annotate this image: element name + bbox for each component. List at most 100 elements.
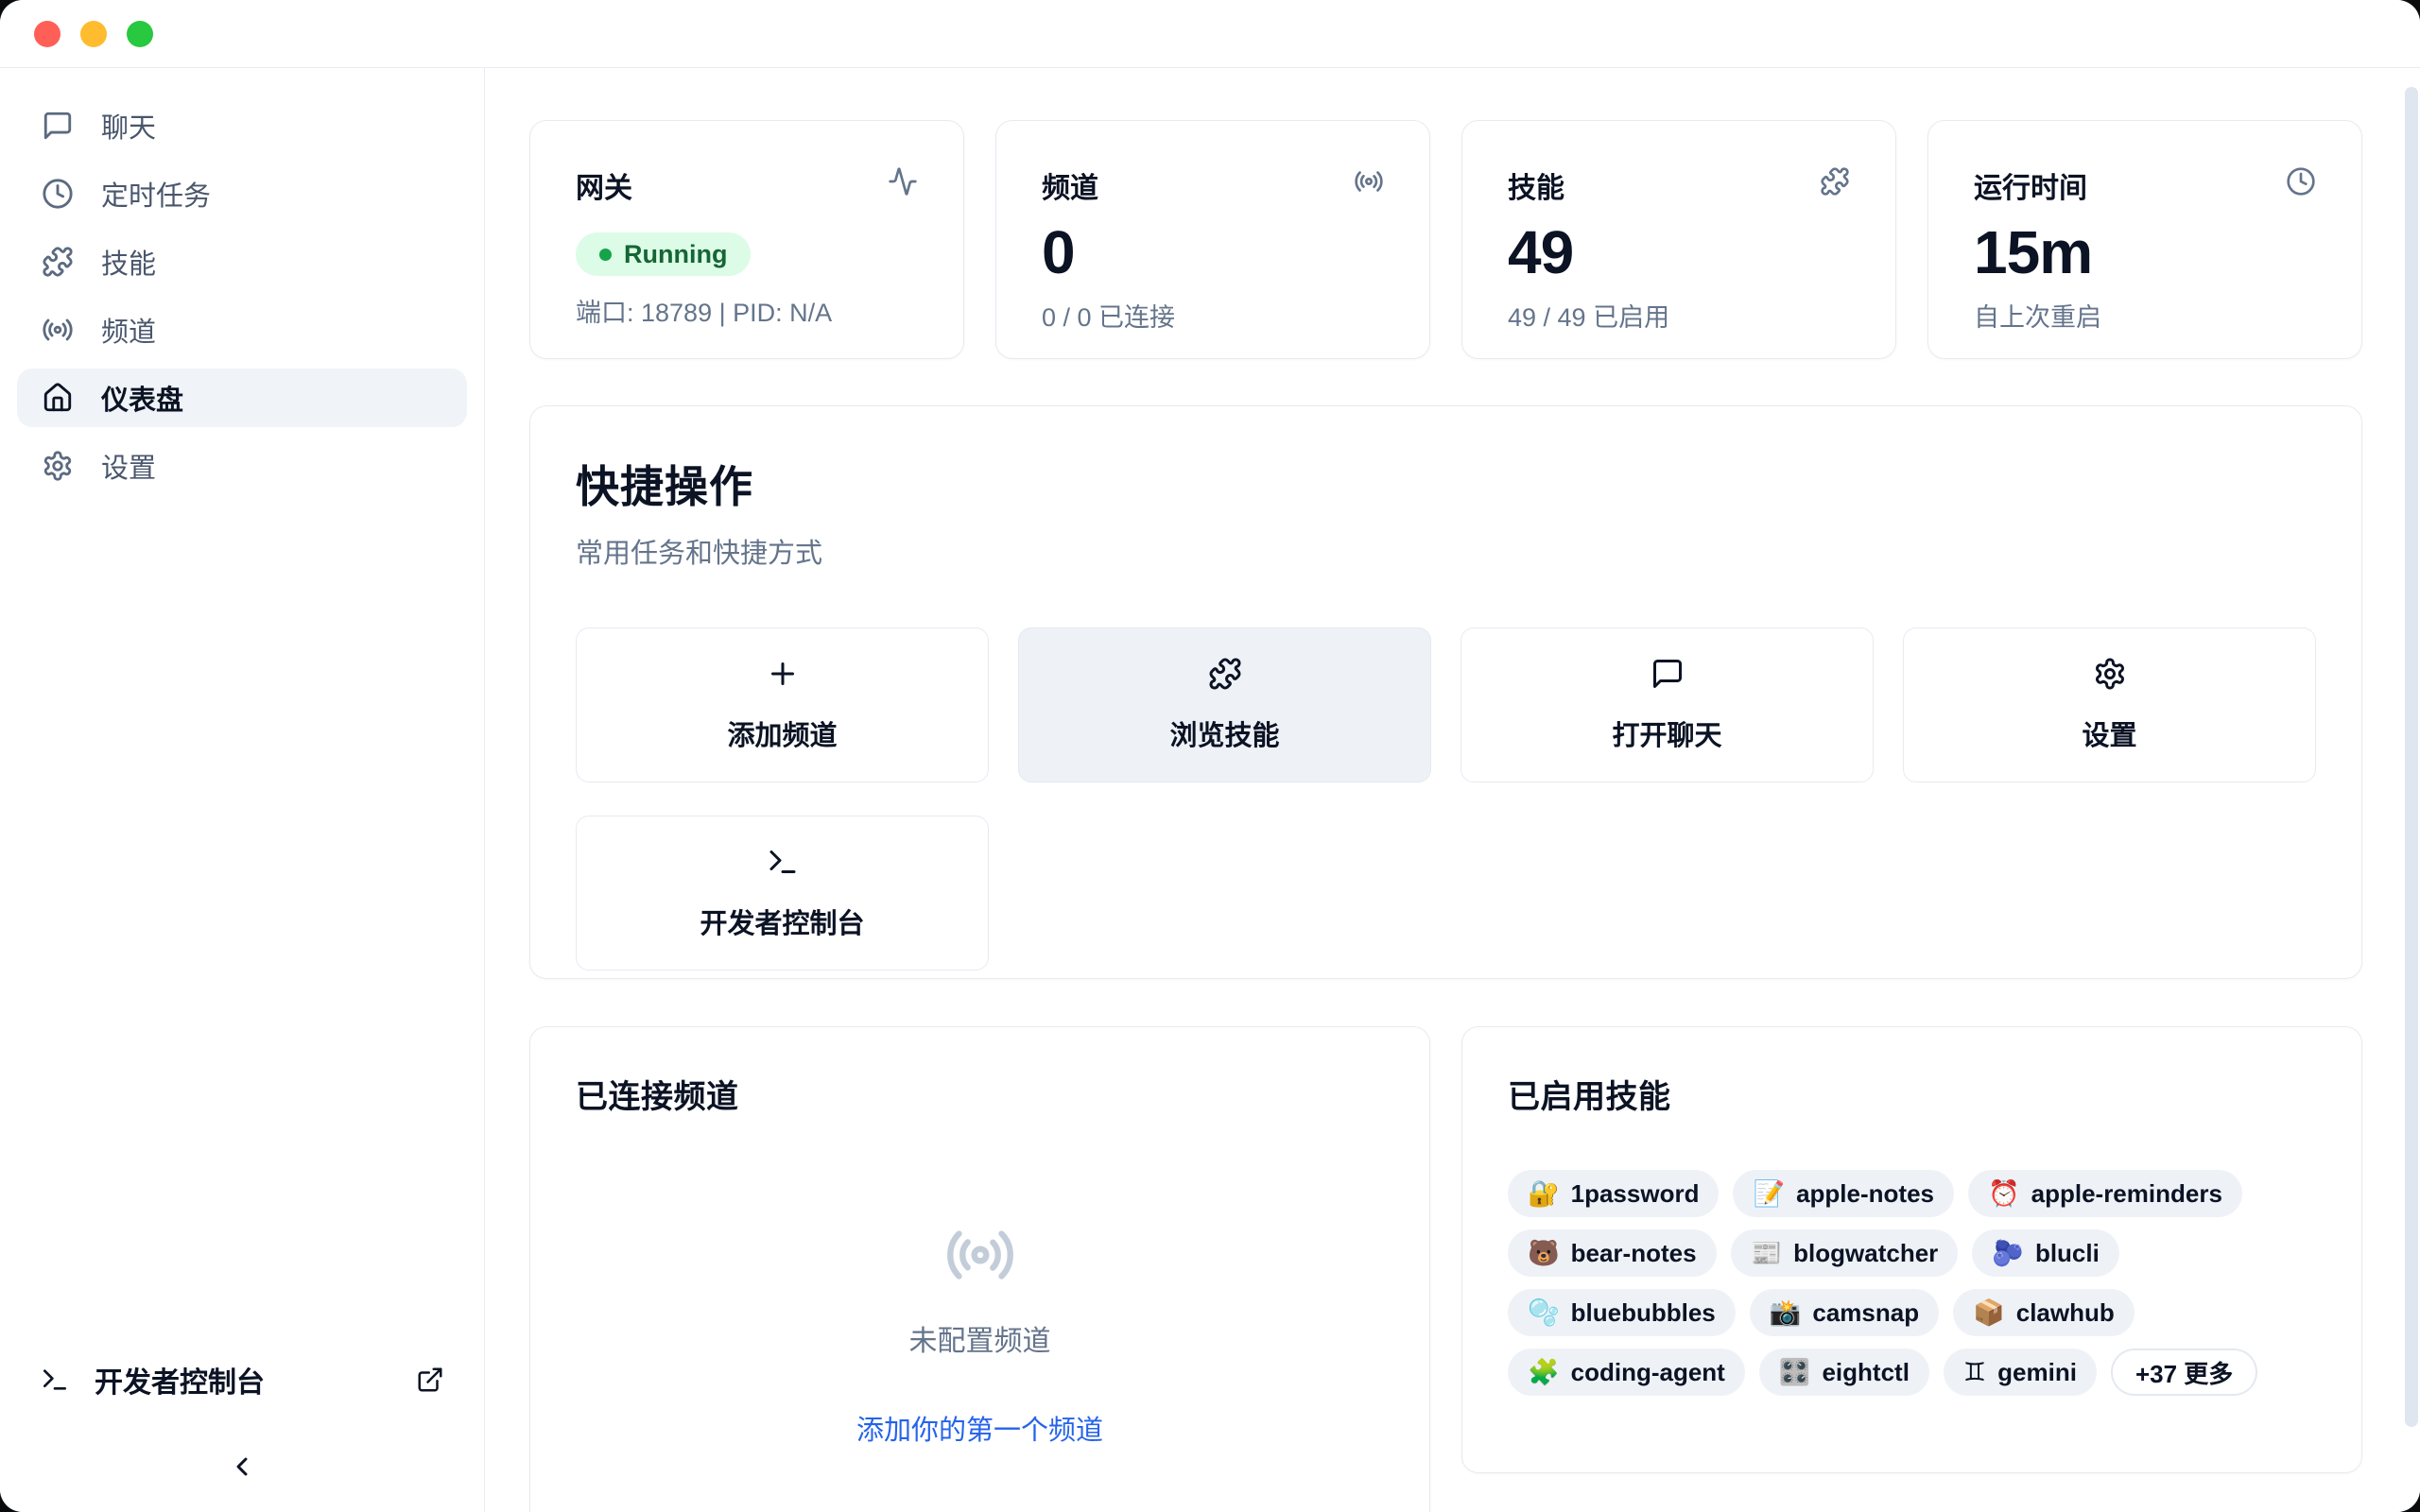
skill-badge[interactable]: 🎛️eightctl (1759, 1349, 1929, 1396)
stat-card-uptime: 运行时间 15m 自上次重启 (1927, 120, 2362, 359)
sidebar-footer: 开发者控制台 (0, 1349, 484, 1512)
sidebar-item-settings[interactable]: 设置 (17, 437, 467, 495)
skill-badge[interactable]: 📝 apple-notes (1733, 1170, 1954, 1217)
skill-badge[interactable]: ♊ gemini (1944, 1349, 2097, 1396)
bottom-row: 已连接频道 未配置频道 添加你的第一个频道 已启用技能 🔐1password 📝… (529, 1026, 2362, 1512)
stat-detail: 端口: 18789 | PID: N/A (576, 292, 918, 329)
sidebar-item-dashboard[interactable]: 仪表盘 (17, 369, 467, 427)
skill-emoji-icon: 📝 (1753, 1178, 1785, 1209)
stat-detail: 自上次重启 (1974, 297, 2316, 334)
minimize-button[interactable] (80, 21, 107, 47)
scrollbar-thumb[interactable] (2405, 87, 2418, 1427)
skill-emoji-icon: 🫧 (1528, 1297, 1560, 1328)
connected-channels-title: 已连接频道 (576, 1071, 1384, 1117)
radio-broadcast-icon (42, 314, 74, 346)
skill-name: eightctl (1822, 1358, 1909, 1387)
home-icon (42, 382, 74, 414)
channels-empty-text: 未配置频道 (909, 1317, 1051, 1359)
add-first-channel-link[interactable]: 添加你的第一个频道 (856, 1408, 1103, 1448)
action-label: 开发者控制台 (700, 902, 864, 941)
stat-detail: 49 / 49 已启用 (1508, 297, 1850, 334)
stat-title: 频道 (1042, 164, 1098, 206)
skill-badge[interactable]: 📰 blogwatcher (1731, 1229, 1959, 1277)
skill-badge[interactable]: 🐻 bear-notes (1508, 1229, 1717, 1277)
app-window: 聊天 定时任务 技能 (0, 0, 2420, 1512)
skill-name: blucli (2035, 1239, 2100, 1268)
activity-icon (888, 166, 918, 197)
enabled-skills-card: 已启用技能 🔐1password 📝apple-notes ⏰apple-rem… (1461, 1026, 2362, 1473)
plus-icon (766, 657, 800, 691)
sidebar-item-label: 频道 (101, 310, 156, 350)
skill-badge[interactable]: 🔐1password (1508, 1170, 1719, 1217)
skill-name: clawhub (2016, 1298, 2115, 1328)
add-channel-button[interactable]: 添加频道 (576, 627, 989, 782)
settings-button[interactable]: 设置 (1903, 627, 2316, 782)
gear-icon (2093, 657, 2127, 691)
developer-console-button[interactable]: 开发者控制台 (576, 816, 989, 971)
skill-name: apple-notes (1796, 1179, 1934, 1209)
skill-emoji-icon: 🧩 (1528, 1357, 1560, 1387)
chat-bubble-icon (42, 110, 74, 142)
skill-emoji-icon: 🫐 (1992, 1238, 2024, 1268)
skill-badge[interactable]: 🫧bluebubbles (1508, 1289, 1736, 1336)
skill-name: camsnap (1812, 1298, 1919, 1328)
stat-detail: 0 / 0 已连接 (1042, 297, 1384, 334)
skill-badge[interactable]: 📦clawhub (1953, 1289, 2135, 1336)
quick-actions-title: 快捷操作 (576, 453, 2316, 515)
browse-skills-button[interactable]: 浏览技能 (1018, 627, 1431, 782)
skill-emoji-icon: ♊ (1963, 1358, 1986, 1387)
puzzle-icon (42, 246, 74, 278)
collapse-sidebar-button[interactable] (219, 1444, 265, 1489)
stat-title: 网关 (576, 164, 632, 206)
skill-badge[interactable]: ⏰apple-reminders (1968, 1170, 2242, 1217)
stat-title: 技能 (1508, 164, 1564, 206)
window-titlebar (0, 0, 2420, 68)
skill-name: apple-reminders (2031, 1179, 2222, 1209)
skill-name: coding-agent (1571, 1358, 1725, 1387)
quick-actions-subtitle: 常用任务和快捷方式 (576, 531, 2316, 571)
open-chat-button[interactable]: 打开聊天 (1461, 627, 1874, 782)
chat-bubble-icon (1651, 657, 1685, 691)
more-skills-button[interactable]: +37 更多 (2111, 1349, 2257, 1396)
action-label: 设置 (2082, 713, 2136, 753)
action-label: 添加频道 (727, 713, 837, 753)
status-dot-icon (599, 249, 612, 261)
radio-broadcast-icon (1354, 166, 1384, 197)
skill-emoji-icon: 🐻 (1528, 1238, 1560, 1268)
radio-broadcast-icon (944, 1219, 1016, 1291)
sidebar-item-label: 定时任务 (101, 174, 211, 214)
quick-actions-card: 快捷操作 常用任务和快捷方式 添加频道 浏览技能 (529, 405, 2362, 979)
sidebar-item-chat[interactable]: 聊天 (17, 96, 467, 155)
status-badge: Running (576, 232, 751, 276)
terminal-icon (766, 845, 800, 879)
sidebar-item-label: 聊天 (101, 106, 156, 146)
skill-emoji-icon: 🔐 (1528, 1178, 1560, 1209)
sidebar-item-scheduled-tasks[interactable]: 定时任务 (17, 164, 467, 223)
stat-value: 15m (1974, 219, 2316, 285)
puzzle-icon (1208, 657, 1242, 691)
skill-name: bear-notes (1571, 1239, 1697, 1268)
developer-console-link[interactable]: 开发者控制台 (0, 1349, 484, 1410)
sidebar-nav: 聊天 定时任务 技能 (0, 68, 484, 505)
gear-icon (42, 450, 74, 482)
stat-card-channels: 频道 0 0 / 0 已连接 (995, 120, 1430, 359)
sidebar-item-channels[interactable]: 频道 (17, 301, 467, 359)
skill-badge[interactable]: 🧩 coding-agent (1508, 1349, 1745, 1396)
stat-value: 49 (1508, 219, 1850, 285)
zoom-button[interactable] (127, 21, 153, 47)
sidebar-item-skills[interactable]: 技能 (17, 232, 467, 291)
close-button[interactable] (34, 21, 60, 47)
stats-row: 网关 Running 端口: 18789 | PID: N/A 频道 (529, 120, 2362, 359)
skill-badge[interactable]: 📸 camsnap (1750, 1289, 1939, 1336)
skill-name: gemini (1997, 1358, 2077, 1387)
skill-emoji-icon: 📰 (1751, 1238, 1783, 1268)
skill-name: blogwatcher (1793, 1239, 1938, 1268)
sidebar-item-label: 仪表盘 (101, 378, 183, 418)
external-link-icon[interactable] (416, 1366, 444, 1394)
skill-badge[interactable]: 🫐 blucli (1972, 1229, 2119, 1277)
skill-badges: 🔐1password 📝 apple-notes ⏰apple-reminders… (1508, 1170, 2316, 1396)
skill-emoji-icon: 📸 (1770, 1297, 1802, 1328)
stat-title: 运行时间 (1974, 164, 2087, 206)
stat-card-gateway: 网关 Running 端口: 18789 | PID: N/A (529, 120, 964, 359)
sidebar: 聊天 定时任务 技能 (0, 68, 485, 1512)
